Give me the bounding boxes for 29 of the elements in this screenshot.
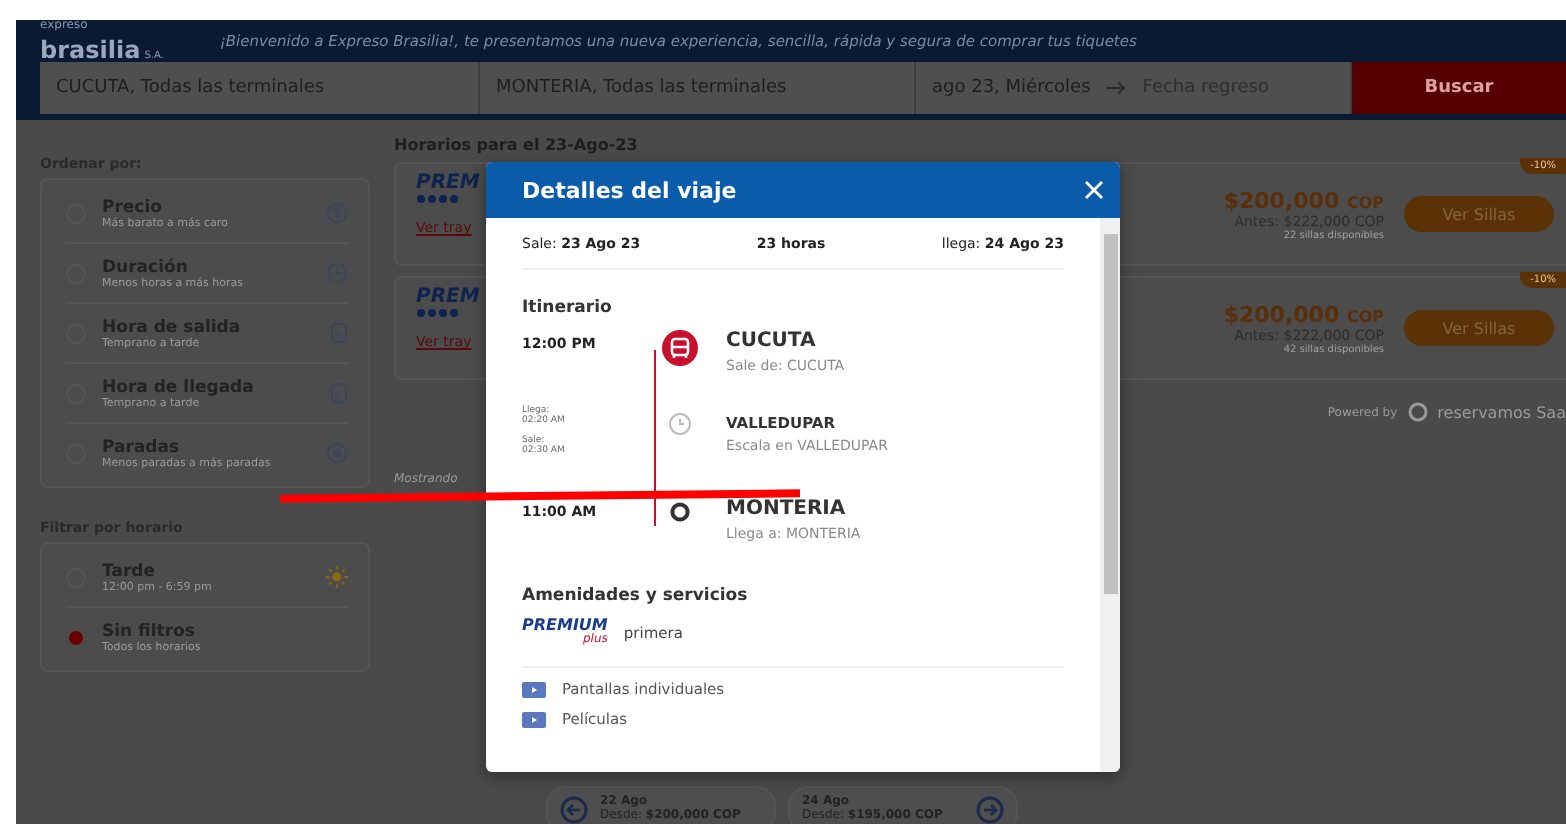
bus-icon — [662, 330, 698, 366]
arrow-left-icon[interactable] — [560, 796, 588, 824]
brand-mark-icon — [1407, 402, 1428, 422]
powered-brand: reservamos Saa — [1437, 403, 1566, 421]
circle-icon — [670, 502, 690, 522]
close-button[interactable] — [1084, 180, 1104, 200]
view-seats-button[interactable]: Ver Sillas — [1404, 196, 1554, 232]
screen-icon — [522, 681, 546, 697]
arrow-right-icon[interactable] — [976, 796, 1004, 824]
close-icon — [1084, 180, 1104, 200]
stars-icon — [416, 308, 460, 318]
clock-icon — [668, 412, 692, 436]
city-name: MONTERIA — [726, 498, 848, 520]
trip-price: $200,000 COP — [1223, 187, 1384, 213]
dialog-title: Detalles del viaje — [522, 177, 737, 203]
arrow-right-icon — [1106, 80, 1127, 96]
itinerary-title: Itinerario — [522, 298, 614, 318]
radio-button[interactable] — [69, 630, 83, 644]
premium-logo: PREM — [416, 288, 480, 308]
screen-icon — [522, 711, 546, 727]
premium-logo: PREM — [416, 174, 480, 194]
search-button[interactable]: Buscar — [1352, 62, 1566, 114]
trip-price: $200,000 COP — [1223, 301, 1384, 327]
scrollbar[interactable] — [1100, 218, 1120, 772]
stars-icon — [416, 194, 460, 204]
amenities-title: Amenidades y servicios — [522, 586, 750, 606]
city-name: CUCUTA — [726, 330, 818, 352]
sun-icon — [326, 566, 348, 588]
view-seats-button[interactable]: Ver Sillas — [1404, 310, 1554, 346]
